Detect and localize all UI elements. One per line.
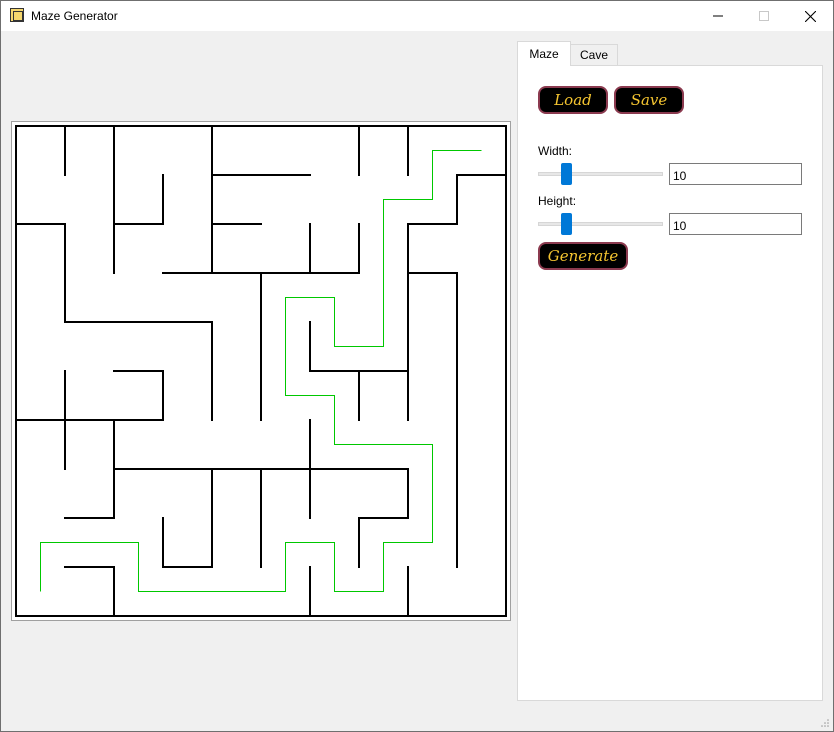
height-label: Height: xyxy=(538,194,577,208)
tab-cave[interactable]: Cave xyxy=(570,44,618,65)
width-input[interactable] xyxy=(669,163,802,185)
height-slider-track[interactable] xyxy=(538,222,663,226)
load-button[interactable]: Load xyxy=(538,86,608,114)
width-slider-track[interactable] xyxy=(538,172,663,176)
save-button[interactable]: Save xyxy=(614,86,684,114)
maze-app-icon xyxy=(10,8,24,22)
height-input[interactable] xyxy=(669,213,802,235)
width-slider-thumb[interactable] xyxy=(560,163,572,185)
close-icon xyxy=(804,10,816,22)
maze-canvas[interactable] xyxy=(11,121,511,621)
close-button[interactable] xyxy=(787,1,833,31)
width-label: Width: xyxy=(538,144,573,158)
maze-tab-page: Load Save Width: Height: Generate xyxy=(517,65,823,701)
window-title: Maze Generator xyxy=(31,9,118,23)
maximize-button[interactable] xyxy=(741,1,787,31)
main-window: Maze Generator Maze Cave Load Save Width… xyxy=(0,0,834,732)
height-slider-thumb[interactable] xyxy=(560,213,572,235)
minimize-icon xyxy=(713,15,723,17)
minimize-button[interactable] xyxy=(695,1,741,31)
title-bar[interactable]: Maze Generator xyxy=(1,1,833,31)
tab-maze[interactable]: Maze xyxy=(517,41,571,66)
maze-drawing xyxy=(15,125,507,617)
maximize-icon xyxy=(759,11,769,21)
resize-grip-icon[interactable] xyxy=(820,718,830,728)
generate-button[interactable]: Generate xyxy=(538,242,628,270)
